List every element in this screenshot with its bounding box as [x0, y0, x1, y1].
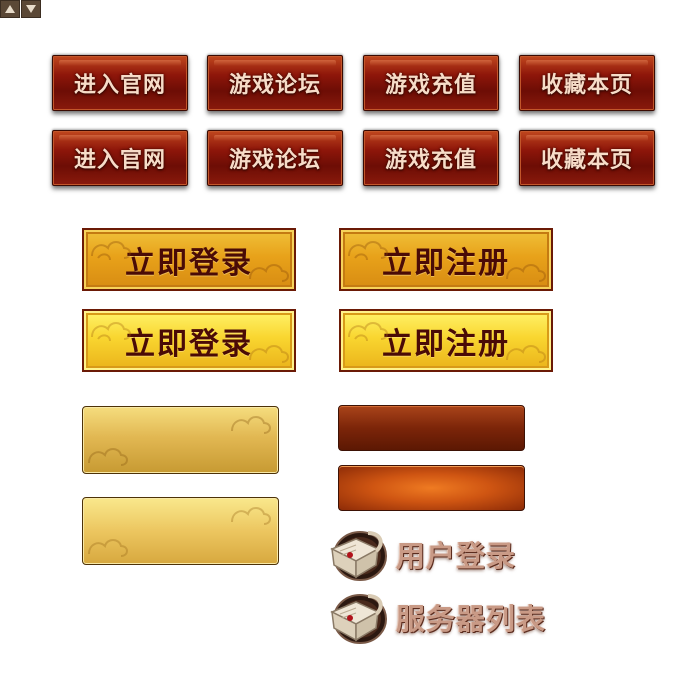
server-list-link[interactable]: 服务器列表	[326, 586, 546, 648]
login-label: 立即登录	[125, 245, 253, 281]
game-forum-button[interactable]: 游戏论坛	[207, 55, 343, 111]
triangle-down-icon	[26, 5, 36, 13]
cloud-ornament-icon	[348, 241, 388, 261]
game-forum-button-hover[interactable]: 游戏论坛	[207, 130, 343, 186]
scroll-up-button[interactable]	[0, 0, 20, 18]
blank-gold-button-hover[interactable]	[82, 497, 279, 565]
button-label: 进入官网	[73, 147, 166, 173]
login-label: 立即登录	[125, 326, 253, 362]
user-login-label: 用户登录	[396, 539, 517, 573]
cloud-ornament-icon	[88, 539, 128, 557]
button-label: 收藏本页	[540, 72, 633, 98]
login-now-button[interactable]: 立即登录	[82, 228, 296, 291]
cloud-ornament-icon	[348, 322, 388, 342]
button-label: 收藏本页	[540, 147, 633, 173]
cloud-ornament-icon	[88, 448, 128, 466]
game-recharge-button-hover[interactable]: 游戏充值	[363, 130, 499, 186]
button-label: 进入官网	[73, 72, 166, 98]
cloud-ornament-icon	[249, 264, 289, 282]
blank-orange-button[interactable]	[338, 405, 525, 451]
register-now-button[interactable]: 立即注册	[339, 228, 553, 291]
book-icon	[330, 594, 387, 644]
cloud-ornament-icon	[231, 416, 271, 434]
cloud-ornament-icon	[91, 241, 131, 261]
cloud-ornament-icon	[249, 345, 289, 363]
enter-official-site-button-hover[interactable]: 进入官网	[52, 130, 188, 186]
scroll-down-button[interactable]	[21, 0, 41, 18]
button-label: 游戏充值	[384, 72, 477, 98]
register-label: 立即注册	[382, 245, 510, 281]
register-now-button-hover[interactable]: 立即注册	[339, 309, 553, 372]
blank-orange-button-hover[interactable]	[338, 465, 525, 511]
register-label: 立即注册	[382, 326, 510, 362]
cloud-ornament-icon	[231, 507, 271, 525]
login-now-button-hover[interactable]: 立即登录	[82, 309, 296, 372]
button-label: 游戏论坛	[228, 72, 321, 98]
bookmark-page-button[interactable]: 收藏本页	[519, 55, 655, 111]
cloud-ornament-icon	[91, 322, 131, 342]
cloud-ornament-icon	[506, 264, 546, 282]
enter-official-site-button[interactable]: 进入官网	[52, 55, 188, 111]
cloud-ornament-icon	[506, 345, 546, 363]
game-recharge-button[interactable]: 游戏充值	[363, 55, 499, 111]
server-list-label: 服务器列表	[396, 602, 547, 636]
blank-gold-button[interactable]	[82, 406, 279, 474]
button-label: 游戏充值	[384, 147, 477, 173]
user-login-link[interactable]: 用户登录	[326, 523, 516, 585]
bookmark-page-button-hover[interactable]: 收藏本页	[519, 130, 655, 186]
button-label: 游戏论坛	[228, 147, 321, 173]
book-icon	[330, 531, 387, 581]
triangle-up-icon	[5, 5, 15, 13]
